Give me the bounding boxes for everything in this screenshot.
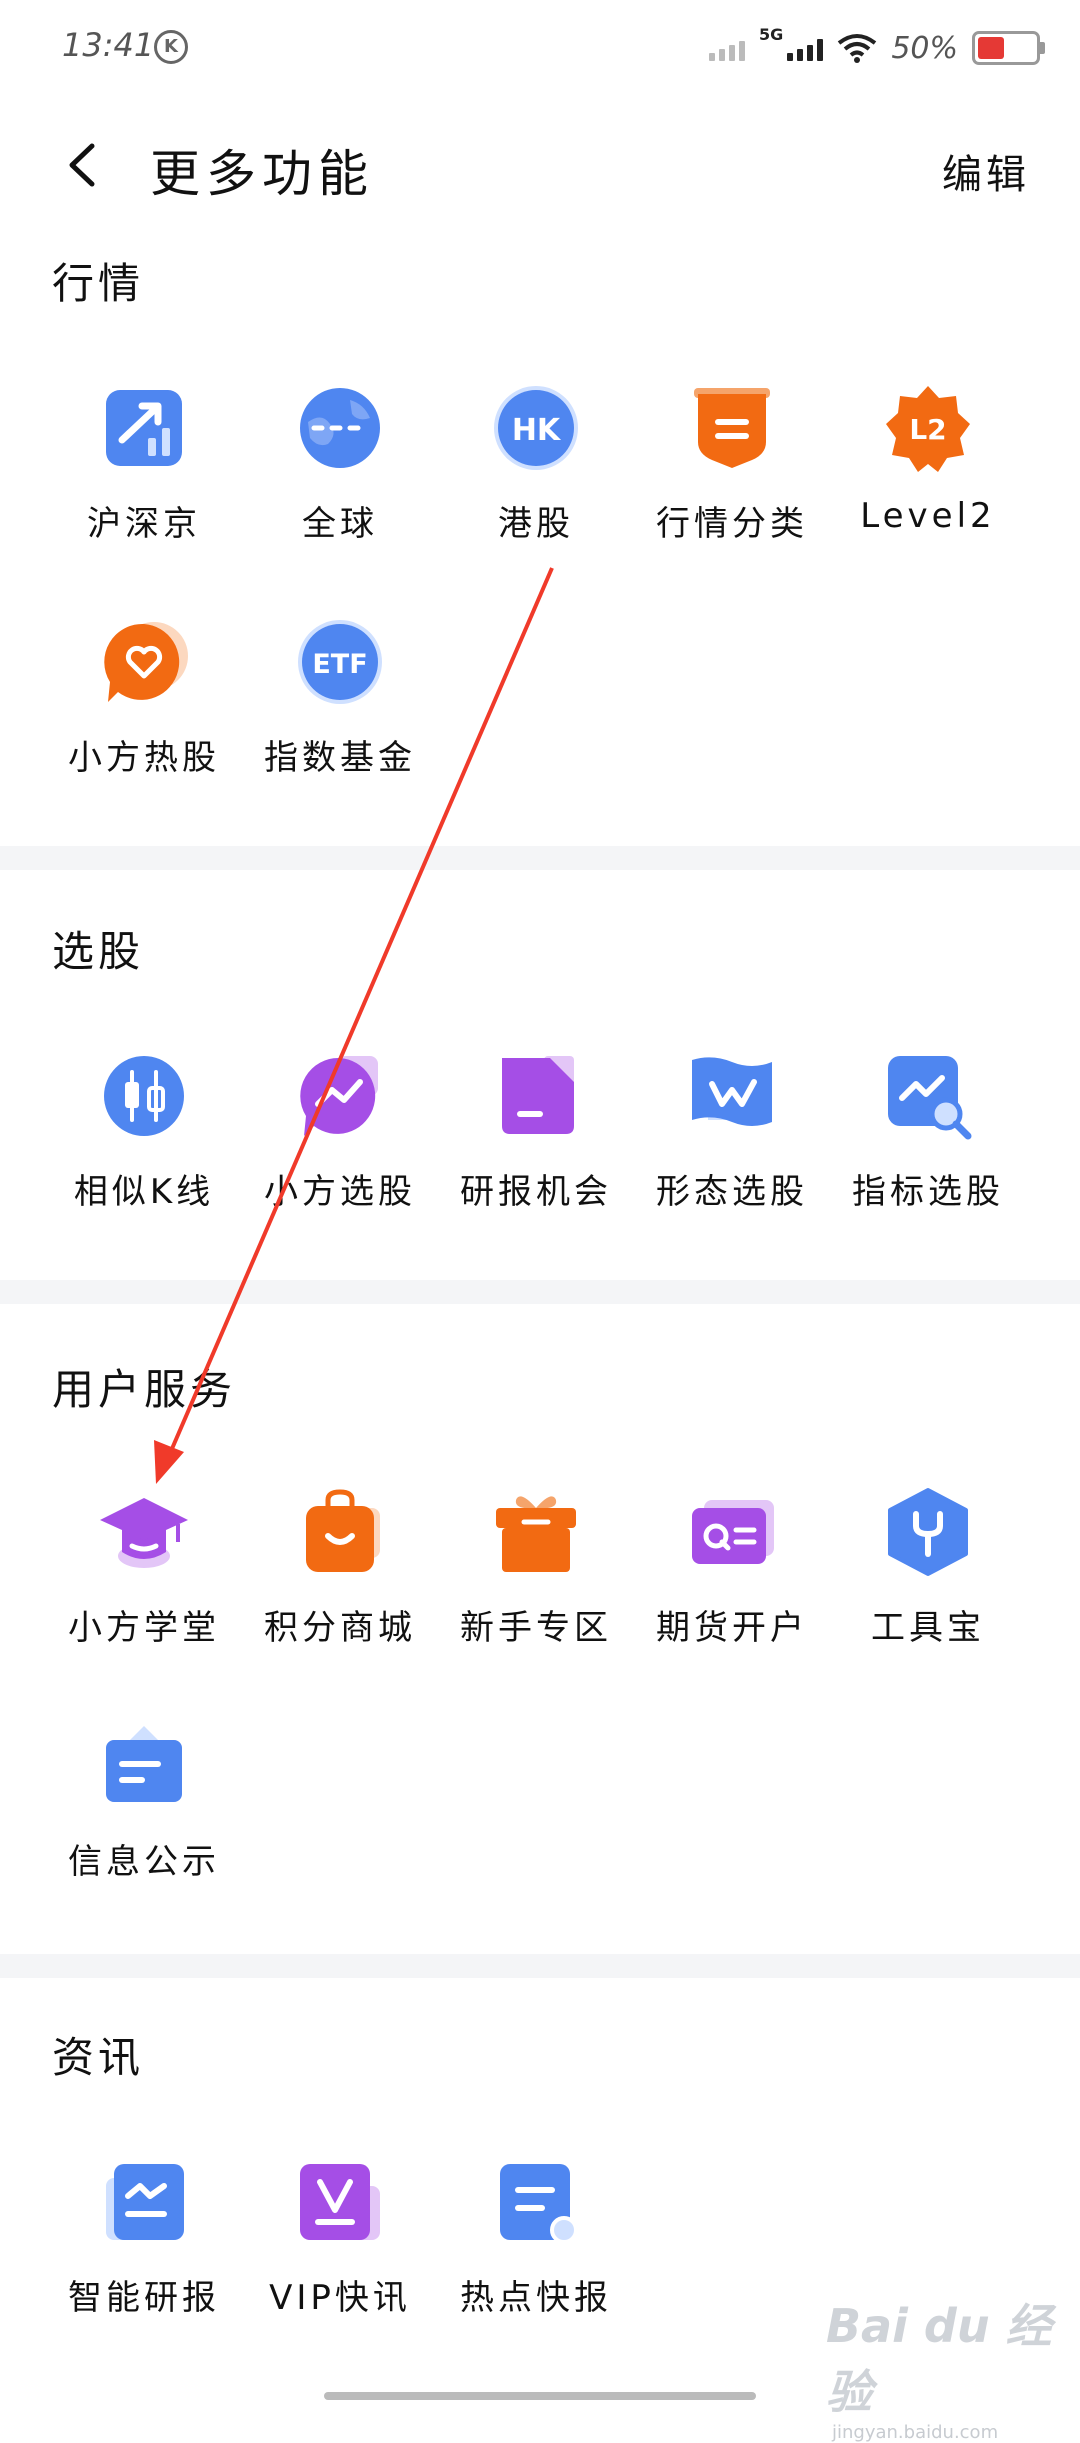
item-newbie-zone[interactable]: 新手专区 [438,1486,634,1649]
item-smart-report[interactable]: 智能研报 [46,2156,242,2319]
item-indicator-pick[interactable]: 指标选股 [830,1050,1026,1213]
item-label: 港股 [498,504,574,544]
item-similar-kline[interactable]: 相似K线 [46,1050,242,1213]
item-label: 全球 [302,504,378,544]
item-label: 小方热股 [68,738,220,778]
item-label: VIP快讯 [269,2278,411,2318]
shopping-bag-icon [294,1486,386,1578]
section-title-stock-picking: 选股 [52,927,145,976]
tool-hexagon-icon [882,1486,974,1578]
home-indicator[interactable] [324,2392,756,2400]
status-time: 13:41 [62,26,155,64]
chat-trend-icon [294,1050,386,1142]
item-hot-news[interactable]: 热点快报 [438,2156,634,2319]
id-card-icon [686,1486,778,1578]
status-bar: 13:41 K 5G 50% [0,0,1080,96]
item-xiaofang-pick[interactable]: 小方选股 [242,1050,438,1213]
globe-icon [294,382,386,474]
svg-text:L2: L2 [909,413,946,446]
heart-bubble-icon [98,616,190,708]
candlestick-icon [98,1050,190,1142]
section-title-market: 行情 [52,259,145,308]
indicator-search-icon [882,1050,974,1142]
item-label: 指数基金 [264,738,416,778]
item-report-opportunity[interactable]: 研报机会 [438,1050,634,1213]
watermark-brand: Bai du 经验 [826,2299,1052,2419]
item-info-disclosure[interactable]: 信息公示 [46,1720,242,1883]
back-arrow-icon[interactable] [58,140,108,190]
section-divider [0,1954,1080,1978]
battery-icon [972,31,1045,65]
item-label: Level2 [860,496,996,536]
item-index-fund[interactable]: ETF 指数基金 [242,616,438,779]
item-label: 工具宝 [871,1608,985,1648]
k-notification-icon: K [154,30,188,64]
signal-weak-icon [709,35,746,61]
item-hot-stocks[interactable]: 小方热股 [46,616,242,779]
category-shield-icon [686,382,778,474]
report-doc-icon [490,1050,582,1142]
item-futures-account[interactable]: 期货开户 [634,1486,830,1649]
item-vip-flash[interactable]: VIP快讯 [242,2156,438,2319]
item-label: 积分商城 [264,1608,416,1648]
battery-percent: 50% [891,30,958,66]
item-label: 新手专区 [460,1608,612,1648]
item-label: 热点快报 [460,2278,612,2318]
item-global[interactable]: 全球 [242,382,438,545]
item-label: 信息公示 [68,1842,220,1882]
svg-text:ETF: ETF [312,649,367,680]
item-hk[interactable]: HK 港股 [438,382,634,545]
item-label: 形态选股 [656,1172,808,1212]
hk-icon: HK [490,382,582,474]
item-hushenjing[interactable]: 沪深京 [46,382,242,545]
item-label: 期货开户 [656,1608,808,1648]
item-label: 研报机会 [460,1172,612,1212]
item-toolbox[interactable]: 工具宝 [830,1486,1026,1649]
status-right: 5G 50% [709,24,1045,68]
item-label: 智能研报 [68,2278,220,2318]
smart-report-icon [98,2156,190,2248]
vip-flash-icon [294,2156,386,2248]
item-label: 相似K线 [73,1172,215,1212]
item-label: 沪深京 [87,504,201,544]
watermark-url: jingyan.baidu.com [832,2422,999,2443]
signal-strong-icon [787,35,824,61]
section-divider [0,1280,1080,1304]
item-market-category[interactable]: 行情分类 [634,382,830,545]
edit-button[interactable]: 编辑 [942,142,1030,200]
item-label: 指标选股 [852,1172,1004,1212]
section-divider [0,846,1080,870]
graduation-cap-icon [98,1486,190,1578]
item-label: 行情分类 [656,504,808,544]
chart-up-icon [98,382,190,474]
item-xiaofang-school[interactable]: 小方学堂 [46,1486,242,1649]
item-label: 小方学堂 [68,1608,220,1648]
notice-board-icon [98,1720,190,1812]
wifi-icon [838,34,877,63]
gift-box-icon [490,1486,582,1578]
baidu-watermark: Bai du 经验 jingyan.baidu.com [826,2290,1080,2443]
section-title-user-service: 用户服务 [52,1365,237,1414]
svg-text:HK: HK [512,413,562,448]
item-label: 小方选股 [264,1172,416,1212]
item-level2[interactable]: L2 Level2 [830,382,1026,536]
item-points-mall[interactable]: 积分商城 [242,1486,438,1649]
page-title: 更多功能 [150,145,374,203]
section-title-news: 资讯 [52,2033,145,2082]
etf-icon: ETF [294,616,386,708]
l2-badge-icon: L2 [882,382,974,474]
network-type: 5G [759,24,784,44]
hot-news-icon [490,2156,582,2248]
pattern-flag-icon [686,1050,778,1142]
top-bar: 更多功能 编辑 [0,110,1080,220]
item-pattern-pick[interactable]: 形态选股 [634,1050,830,1213]
